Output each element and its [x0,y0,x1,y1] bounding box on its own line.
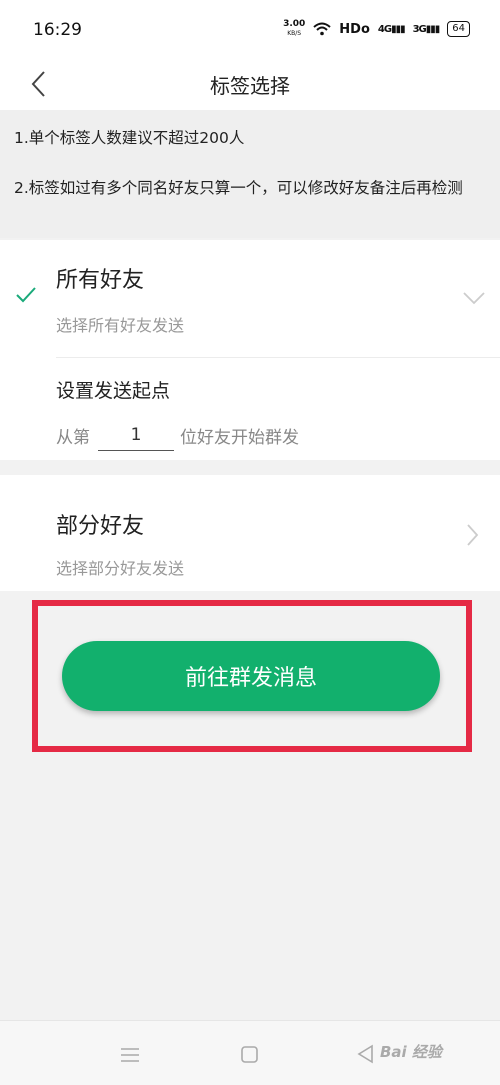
page-title: 标签选择 [210,74,290,98]
notes-section: 1.单个标签人数建议不超过200人 2.标签如过有多个同名好友只算一个，可以修改… [0,110,500,238]
all-friends-subtitle: 选择所有好友发送 [56,316,185,335]
watermark-logo: Bai 经验 [380,1043,442,1061]
signal-3g-icon: 3G▮▮▮ [412,23,441,35]
start-suffix: 位好友开始群发 [180,428,299,448]
menu-icon[interactable] [120,1048,140,1062]
signal-4g-icon: 4G▮▮▮ [377,23,406,35]
chevron-right-icon[interactable] [465,523,479,547]
start-point-title: 设置发送起点 [56,380,171,402]
partial-friends-card[interactable]: 部分好友 选择部分好友发送 [0,475,500,591]
divider [56,357,500,358]
status-icons: 3.00 KB/S HDo 4G▮▮▮ 3G▮▮▮ 64 [283,20,470,38]
wifi-icon [313,22,331,36]
partial-friends-title: 部分好友 [56,514,145,539]
hd-indicator: HDo [339,21,370,37]
send-group-message-button[interactable]: 前往群发消息 [62,641,440,711]
check-icon [16,287,36,303]
start-index-input[interactable] [98,420,174,451]
start-prefix: 从第 [56,428,90,448]
signal-3g-label: 3G [412,23,427,35]
network-speed: 3.00 KB/S [283,20,305,38]
partial-friends-subtitle: 选择部分好友发送 [56,559,185,578]
signal-4g-label: 4G [377,23,392,35]
status-bar: 16:29 3.00 KB/S HDo 4G▮▮▮ 3G▮▮▮ 64 [0,0,500,60]
home-icon[interactable] [241,1046,258,1063]
battery-icon: 64 [447,21,470,37]
note-item-1: 1.单个标签人数建议不超过200人 [14,129,245,147]
start-point-row: 从第 位好友开始群发 [56,420,299,451]
network-speed-unit: KB/S [287,30,302,37]
back-triangle-icon[interactable] [356,1044,374,1064]
chevron-down-icon[interactable] [462,290,486,306]
note-item-2: 2.标签如过有多个同名好友只算一个，可以修改好友备注后再检测 [14,179,463,197]
status-time: 16:29 [33,20,82,40]
all-friends-title: 所有好友 [56,268,145,293]
network-speed-value: 3.00 [283,19,306,29]
system-nav-bar: Bai 经验 [0,1020,500,1085]
all-friends-card[interactable]: 所有好友 选择所有好友发送 设置发送起点 从第 位好友开始群发 [0,240,500,460]
nav-bar: 标签选择 [0,60,500,110]
